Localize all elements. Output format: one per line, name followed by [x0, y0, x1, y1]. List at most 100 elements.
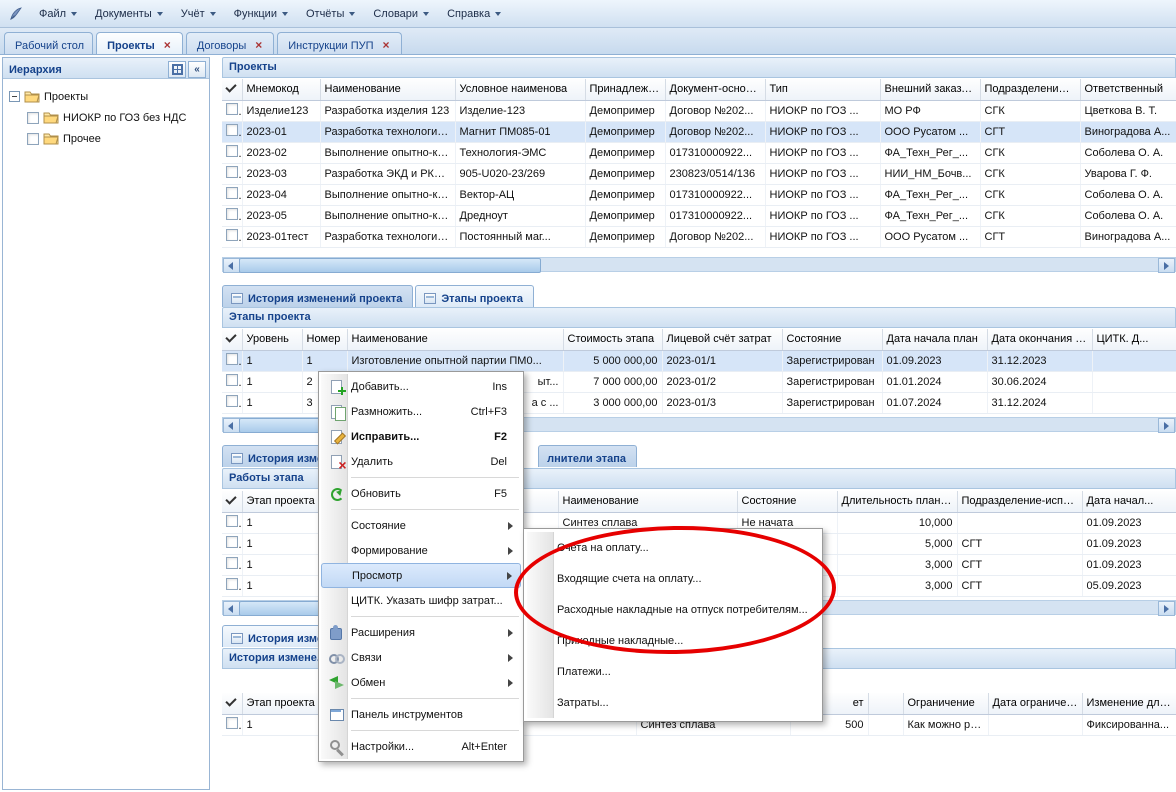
table-row[interactable]: 2023-01тестРазработка технологии и...Пос…: [222, 226, 1176, 247]
context-menu-item[interactable]: ЦИТК. Указать шифр затрат...: [321, 588, 521, 613]
context-menu-item[interactable]: Панель инструментов: [321, 702, 521, 727]
row-checkbox[interactable]: [226, 515, 238, 527]
column-header[interactable]: Уровень: [242, 329, 302, 350]
row-checkbox[interactable]: [226, 717, 238, 729]
context-menu-item[interactable]: ОбновитьF5: [321, 481, 521, 506]
context-menu-item[interactable]: Добавить...Ins: [321, 374, 521, 399]
column-header[interactable]: Подразделение-от: [980, 79, 1080, 100]
table-row[interactable]: 2023-04Выполнение опытно-конс...Вектор-А…: [222, 184, 1176, 205]
column-header[interactable]: Этап проекта: [242, 491, 322, 512]
column-header[interactable]: Номер: [302, 329, 347, 350]
column-header[interactable]: Наименование: [558, 491, 737, 512]
column-header[interactable]: Состояние: [782, 329, 882, 350]
menu-reports[interactable]: Отчёты: [297, 4, 364, 24]
tab-project-stages[interactable]: Этапы проекта: [415, 285, 534, 307]
column-header[interactable]: Дата начал...: [1082, 491, 1176, 512]
menu-dictionaries[interactable]: Словари: [364, 4, 438, 24]
column-header[interactable]: [868, 693, 903, 714]
column-header[interactable]: Ограничение: [903, 693, 988, 714]
select-all-header[interactable]: [222, 79, 242, 100]
collapse-node-icon[interactable]: [9, 91, 20, 102]
row-checkbox[interactable]: [226, 374, 238, 386]
row-checkbox[interactable]: [226, 395, 238, 407]
tab-project-history[interactable]: История изменений проекта: [222, 285, 413, 307]
column-header[interactable]: Подразделение-исполнитель..: [957, 491, 1082, 512]
scroll-left-icon[interactable]: [223, 601, 240, 616]
menu-documents[interactable]: Документы: [86, 4, 172, 24]
column-header[interactable]: Условное наименова: [455, 79, 585, 100]
column-header[interactable]: Внешний заказчик: [880, 79, 980, 100]
row-checkbox[interactable]: [226, 166, 238, 178]
table-row[interactable]: 2023-03Разработка ЭКД и РКД н...905-U020…: [222, 163, 1176, 184]
collapse-panel-icon[interactable]: «: [188, 61, 206, 78]
column-header[interactable]: Длительность план: [837, 491, 957, 512]
tab-contracts[interactable]: Договоры: [186, 32, 274, 54]
context-menu-item[interactable]: Расширения: [321, 620, 521, 645]
column-header[interactable]: Лицевой счёт затрат: [662, 329, 782, 350]
column-header[interactable]: Наименование: [347, 329, 563, 350]
row-checkbox[interactable]: [226, 536, 238, 548]
column-header[interactable]: Принадлежность: [585, 79, 665, 100]
submenu-item[interactable]: Приходные накладные...: [527, 625, 819, 656]
row-checkbox[interactable]: [226, 208, 238, 220]
row-checkbox[interactable]: [226, 557, 238, 569]
table-row[interactable]: 11Изготовление опытной партии ПМ0...5 00…: [222, 350, 1176, 371]
select-all-header[interactable]: [222, 693, 242, 714]
submenu-item[interactable]: Входящие счета на оплату...: [527, 563, 819, 594]
column-header[interactable]: Наименование: [320, 79, 455, 100]
context-menu-item[interactable]: Настройки...Alt+Enter: [321, 734, 521, 759]
scroll-left-icon[interactable]: [223, 418, 240, 433]
context-menu-item[interactable]: УдалитьDel: [321, 449, 521, 474]
column-header[interactable]: Дата начала план: [882, 329, 987, 350]
scroll-right-icon[interactable]: [1158, 418, 1175, 433]
tab-projects[interactable]: Проекты: [96, 32, 183, 54]
select-all-header[interactable]: [222, 329, 242, 350]
column-header[interactable]: Документ-основан: [665, 79, 765, 100]
row-checkbox[interactable]: [226, 229, 238, 241]
scroll-right-icon[interactable]: [1158, 601, 1175, 616]
tree-node-other[interactable]: Прочее: [3, 128, 209, 149]
context-menu-item[interactable]: Формирование: [321, 538, 521, 563]
tab-instructions[interactable]: Инструкции ПУП: [277, 32, 401, 54]
context-menu-item[interactable]: Просмотр: [321, 563, 521, 588]
submenu-item[interactable]: Расходные накладные на отпуск потребител…: [527, 594, 819, 625]
tree-node-niokr[interactable]: НИОКР по ГОЗ без НДС: [3, 107, 209, 128]
context-menu-item[interactable]: Состояние: [321, 513, 521, 538]
column-header[interactable]: Стоимость этапа: [563, 329, 662, 350]
column-header[interactable]: Дата ограничения: [988, 693, 1082, 714]
column-header[interactable]: Изменение длите...: [1082, 693, 1176, 714]
row-checkbox[interactable]: [226, 145, 238, 157]
select-all-header[interactable]: [222, 491, 242, 512]
tab-desktop[interactable]: Рабочий стол: [4, 32, 93, 54]
context-menu-item[interactable]: Исправить...F2: [321, 424, 521, 449]
close-icon[interactable]: [380, 39, 393, 52]
column-header[interactable]: ЦИТК. Д...: [1092, 329, 1176, 350]
tab-stage-executors[interactable]: лнители этапа: [538, 445, 637, 467]
tree-node-checkbox[interactable]: [27, 112, 39, 124]
table-row[interactable]: 2023-01Разработка технологии и...Магнит …: [222, 121, 1176, 142]
submenu-item[interactable]: Платежи...: [527, 656, 819, 687]
menu-help[interactable]: Справка: [438, 4, 510, 24]
row-checkbox[interactable]: [226, 353, 238, 365]
column-header[interactable]: Мнемокод: [242, 79, 320, 100]
horizontal-scrollbar[interactable]: [222, 257, 1176, 272]
row-checkbox[interactable]: [226, 187, 238, 199]
tree-node-checkbox[interactable]: [27, 133, 39, 145]
row-checkbox[interactable]: [226, 103, 238, 115]
row-checkbox[interactable]: [226, 124, 238, 136]
scroll-thumb[interactable]: [239, 258, 541, 273]
table-row[interactable]: 2023-05Выполнение опытно-конс...Дредноут…: [222, 205, 1176, 226]
table-row[interactable]: Изделие123Разработка изделия 123Изделие-…: [222, 100, 1176, 121]
menu-file[interactable]: Файл: [30, 4, 86, 24]
context-menu-item[interactable]: Связи: [321, 645, 521, 670]
submenu-item[interactable]: Счета на оплату...: [527, 532, 819, 563]
submenu-item[interactable]: Затраты...: [527, 687, 819, 718]
scroll-left-icon[interactable]: [223, 258, 240, 273]
column-header[interactable]: Ответственный: [1080, 79, 1176, 100]
menu-functions[interactable]: Функции: [225, 4, 297, 24]
column-header[interactable]: Дата окончания план: [987, 329, 1092, 350]
grid-view-icon[interactable]: [168, 61, 186, 78]
menu-accounting[interactable]: Учёт: [172, 4, 225, 24]
row-checkbox[interactable]: [226, 578, 238, 590]
close-icon[interactable]: [161, 39, 174, 52]
